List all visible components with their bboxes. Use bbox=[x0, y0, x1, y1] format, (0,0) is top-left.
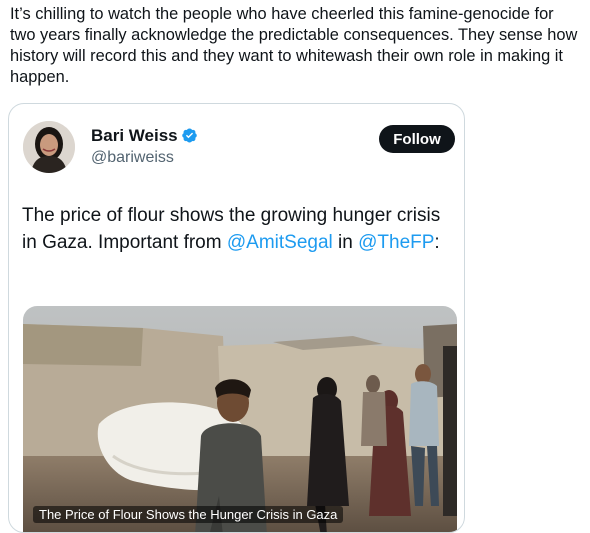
post-text: It’s chilling to watch the people who ha… bbox=[10, 5, 578, 86]
avatar[interactable] bbox=[23, 121, 75, 173]
body-text-3: : bbox=[434, 232, 440, 253]
follow-button[interactable]: Follow bbox=[379, 125, 455, 153]
article-photo bbox=[23, 306, 457, 532]
quoted-tweet-text: The price of flour shows the growing hun… bbox=[22, 202, 442, 256]
body-text-2: in bbox=[332, 232, 359, 253]
mention-amitsegal[interactable]: @AmitSegal bbox=[227, 232, 333, 253]
author-name[interactable]: Bari Weiss bbox=[91, 126, 178, 146]
verified-badge-icon bbox=[182, 128, 197, 143]
link-preview-title[interactable]: The Price of Flour Shows the Hunger Cris… bbox=[33, 506, 344, 523]
author-handle[interactable]: @bariweiss bbox=[91, 149, 174, 167]
mention-thefp[interactable]: @TheFP bbox=[358, 232, 434, 253]
link-preview-card[interactable]: The Price of Flour Shows the Hunger Cris… bbox=[23, 306, 457, 532]
embedded-tweet: Bari Weiss @bariweiss Follow The price o… bbox=[17, 114, 458, 532]
avatar-photo bbox=[23, 121, 75, 173]
quoted-tweet-card[interactable]: Bari Weiss @bariweiss Follow The price o… bbox=[8, 103, 465, 533]
